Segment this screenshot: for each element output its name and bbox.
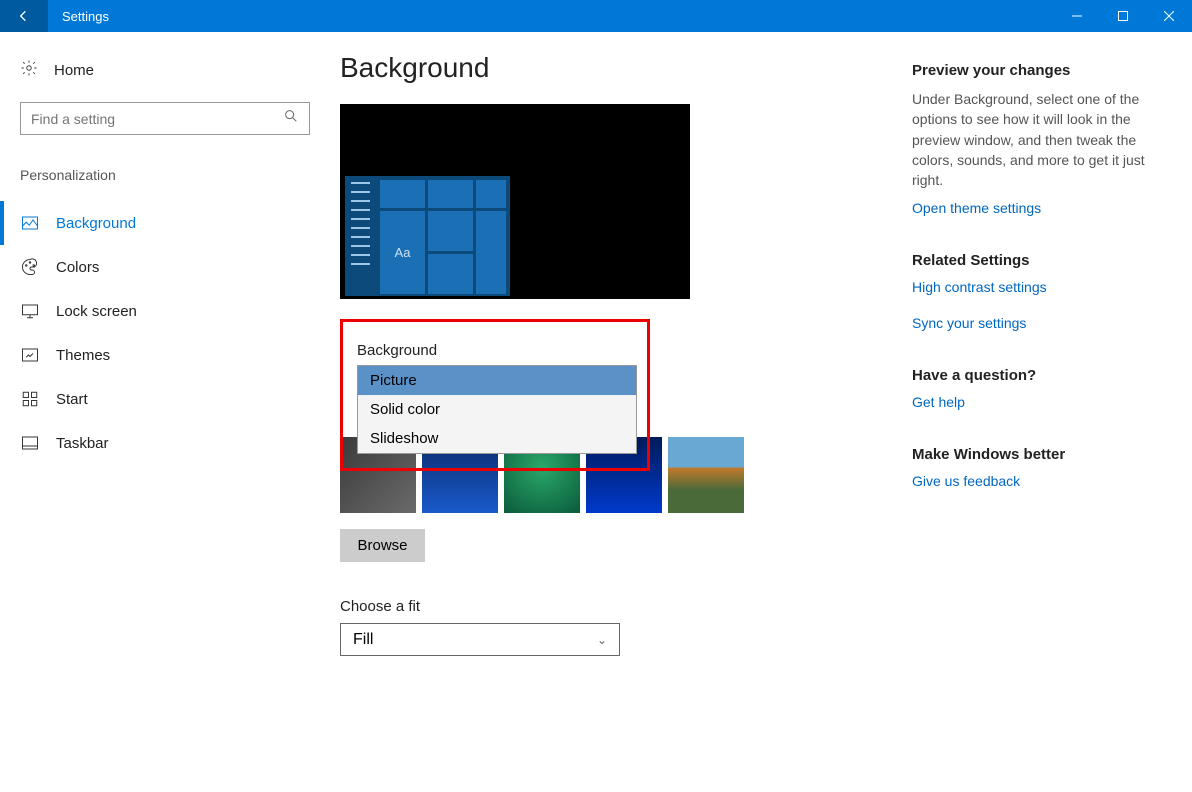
fit-select[interactable]: Fill ⌄ <box>340 623 620 656</box>
sync-settings-link[interactable]: Sync your settings <box>912 315 1162 331</box>
nav-taskbar[interactable]: Taskbar <box>20 421 310 465</box>
nav-label: Background <box>56 215 136 232</box>
titlebar: Settings <box>0 0 1192 32</box>
page-heading: Background <box>340 52 882 84</box>
highlighted-dropdown-area: Background Picture Solid color Slideshow <box>340 319 650 471</box>
preview-aa-tile: Aa <box>380 211 425 294</box>
nav-colors[interactable]: Colors <box>20 245 310 289</box>
home-nav[interactable]: Home <box>20 52 310 88</box>
right-pane: Preview your changes Under Background, s… <box>912 32 1192 792</box>
dropdown-option-picture[interactable]: Picture <box>358 366 636 395</box>
nav-themes[interactable]: Themes <box>20 333 310 377</box>
category-label: Personalization <box>20 167 310 183</box>
get-help-link[interactable]: Get help <box>912 394 1162 410</box>
better-heading: Make Windows better <box>912 446 1162 463</box>
feedback-link[interactable]: Give us feedback <box>912 473 1162 489</box>
palette-icon <box>20 257 40 277</box>
nav-label: Themes <box>56 347 110 364</box>
dropdown-option-solid[interactable]: Solid color <box>358 395 636 424</box>
nav-label: Taskbar <box>56 435 109 452</box>
nav-label: Colors <box>56 259 99 276</box>
nav-label: Lock screen <box>56 303 137 320</box>
maximize-button[interactable] <box>1100 0 1146 32</box>
chevron-down-icon: ⌄ <box>597 633 607 647</box>
theme-settings-link[interactable]: Open theme settings <box>912 200 1162 216</box>
fit-label: Choose a fit <box>340 598 882 615</box>
grid-icon <box>20 389 40 409</box>
taskbar-icon <box>20 433 40 453</box>
question-heading: Have a question? <box>912 367 1162 384</box>
browse-button[interactable]: Browse <box>340 529 425 562</box>
background-dropdown-label: Background <box>357 342 647 359</box>
home-label: Home <box>54 62 94 79</box>
close-button[interactable] <box>1146 0 1192 32</box>
nav-start[interactable]: Start <box>20 377 310 421</box>
search-input[interactable] <box>31 111 283 127</box>
window-controls <box>1054 0 1192 32</box>
background-dropdown[interactable]: Picture Solid color Slideshow <box>357 365 637 454</box>
high-contrast-link[interactable]: High contrast settings <box>912 279 1162 295</box>
main-content: Background Aa <box>310 32 912 792</box>
sidebar: Home Personalization Background Colors L… <box>0 32 310 792</box>
pencil-icon <box>20 345 40 365</box>
nav-label: Start <box>56 391 88 408</box>
related-heading: Related Settings <box>912 252 1162 269</box>
dropdown-option-slideshow[interactable]: Slideshow <box>358 424 636 453</box>
back-button[interactable] <box>0 0 48 32</box>
minimize-button[interactable] <box>1054 0 1100 32</box>
preview-heading: Preview your changes <box>912 62 1162 79</box>
nav-background[interactable]: Background <box>20 201 310 245</box>
nav-lockscreen[interactable]: Lock screen <box>20 289 310 333</box>
search-box[interactable] <box>20 102 310 135</box>
gear-icon <box>20 59 38 82</box>
picture-icon <box>20 213 40 233</box>
monitor-icon <box>20 301 40 321</box>
desktop-preview: Aa <box>340 104 690 299</box>
fit-value: Fill <box>353 631 373 649</box>
preview-start-menu: Aa <box>345 176 510 296</box>
search-icon <box>283 108 299 129</box>
preview-description: Under Background, select one of the opti… <box>912 89 1162 190</box>
wallpaper-thumb[interactable] <box>668 437 744 513</box>
window-title: Settings <box>62 9 109 24</box>
